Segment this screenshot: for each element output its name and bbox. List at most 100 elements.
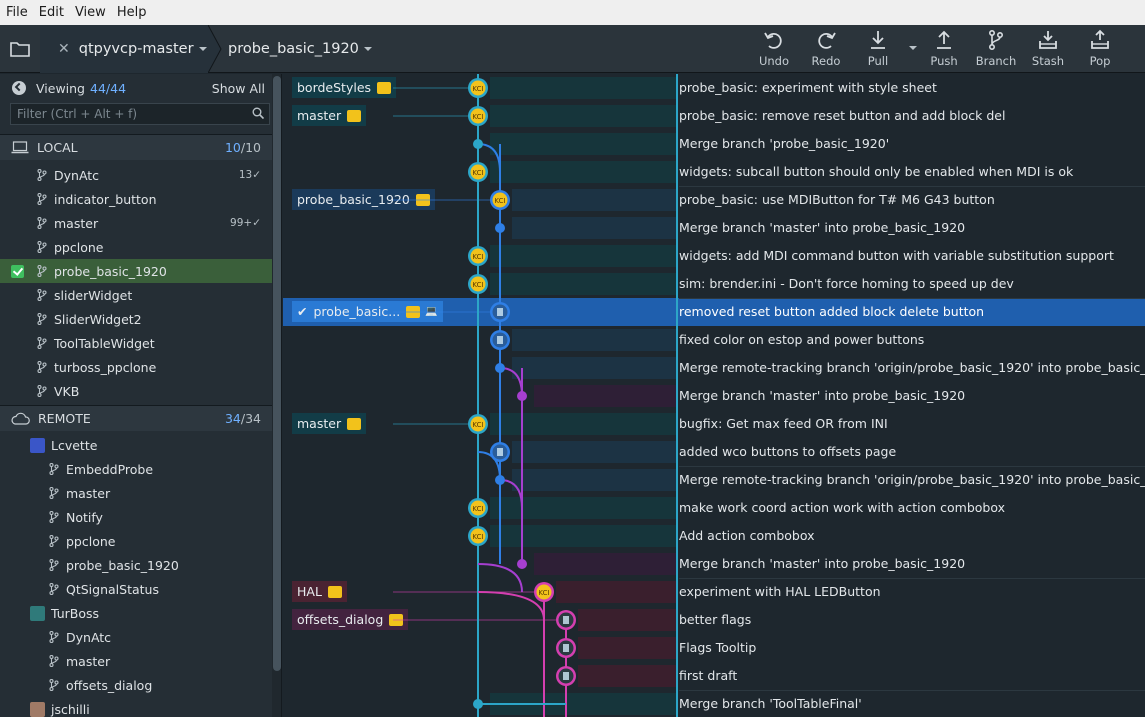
commit-avatar-node[interactable]: [490, 302, 510, 322]
show-all-button[interactable]: Show All: [212, 81, 265, 96]
local-branch-item[interactable]: probe_basic_1920: [0, 259, 272, 283]
pop-button[interactable]: Pop: [1074, 25, 1126, 73]
search-icon: [252, 107, 264, 119]
redo-button[interactable]: Redo: [800, 25, 852, 73]
branch-label: master: [54, 215, 99, 231]
commit-avatar-node[interactable]: KCI: [468, 246, 488, 266]
commit-avatar-node[interactable]: [556, 638, 576, 658]
remote-item[interactable]: jschilli: [0, 697, 272, 717]
menu-edit[interactable]: Edit: [34, 5, 69, 20]
commit-avatar-node[interactable]: KCI: [534, 582, 554, 602]
commit-avatar-node[interactable]: [556, 666, 576, 686]
local-branch-item[interactable]: DynAtc 13✓: [0, 163, 272, 187]
breadcrumb-separator: [208, 25, 222, 73]
scrollbar-thumb[interactable]: [273, 76, 281, 671]
remote-branch-item[interactable]: EmbeddProbe: [0, 457, 272, 481]
remote-branch-item[interactable]: master: [0, 481, 272, 505]
redo-icon: [818, 32, 836, 49]
branch-icon: [49, 487, 59, 499]
repo-name: qtpyvcp-master: [78, 41, 194, 57]
branch-ahead-count: 13✓: [238, 169, 261, 181]
commit-avatar-node[interactable]: KCI: [468, 414, 488, 434]
svg-text:KCI: KCI: [472, 533, 483, 541]
commit-node[interactable]: [517, 559, 527, 569]
commit-avatar-node[interactable]: KCI: [468, 106, 488, 126]
remote-item[interactable]: Lcvette: [0, 433, 272, 457]
commit-avatar-node[interactable]: KCI: [468, 162, 488, 182]
commit-avatar-node[interactable]: [490, 442, 510, 462]
pull-button[interactable]: Pull: [852, 25, 904, 73]
commit-avatar-node[interactable]: KCI: [468, 526, 488, 546]
commit-node[interactable]: [495, 363, 505, 373]
filter-input[interactable]: Filter (Ctrl + Alt + f): [10, 103, 270, 125]
local-branch-item[interactable]: VKB: [0, 379, 272, 403]
branch-label: indicator_button: [54, 191, 157, 207]
commit-avatar-node[interactable]: KCI: [468, 274, 488, 294]
local-branch-item[interactable]: sliderWidget: [0, 283, 272, 307]
commit-node[interactable]: [495, 223, 505, 233]
avatar: [30, 701, 45, 717]
remote-branch-item[interactable]: offsets_dialog: [0, 673, 272, 697]
stash-button[interactable]: Stash: [1022, 25, 1074, 73]
remote-branch-item[interactable]: Notify: [0, 505, 272, 529]
branch-icon-wrap: [37, 385, 47, 397]
branch-label: turboss_ppclone: [54, 359, 157, 375]
remote-item[interactable]: TurBoss: [0, 601, 272, 625]
branch-tab[interactable]: probe_basic_1920: [222, 25, 372, 73]
remote-branch-item[interactable]: master: [0, 649, 272, 673]
graph-divider[interactable]: [676, 74, 678, 717]
branch-label: SliderWidget2: [54, 311, 142, 327]
remote-branch-item[interactable]: probe_basic_1920: [0, 553, 272, 577]
commit-node[interactable]: [517, 391, 527, 401]
remote-branch-item[interactable]: QtSignalStatus: [0, 577, 272, 601]
local-branch-item[interactable]: ToolTableWidget: [0, 331, 272, 355]
avatar: [30, 605, 45, 621]
menu-view[interactable]: View: [70, 5, 111, 20]
commit-avatar-node[interactable]: KCI: [468, 78, 488, 98]
branch-icon: [37, 313, 47, 325]
branch-icon-wrap: [37, 217, 47, 229]
remote-branch-item[interactable]: ppclone: [0, 529, 272, 553]
open-repo-button[interactable]: [0, 25, 40, 73]
remote-name: TurBoss: [51, 605, 100, 621]
svg-text:KCI: KCI: [472, 85, 483, 93]
commit-node[interactable]: [473, 699, 483, 709]
commit-node[interactable]: [473, 139, 483, 149]
commit-avatar-node[interactable]: KCI: [468, 498, 488, 518]
branch-icon-wrap: [37, 289, 47, 301]
toolbar: ✕ qtpyvcp-master probe_basic_1920 Undo R…: [0, 25, 1145, 73]
menu-file[interactable]: File: [1, 5, 33, 20]
commit-avatar-node[interactable]: [490, 330, 510, 350]
chevron-down-icon: [363, 47, 372, 51]
branch-label: master: [66, 653, 111, 669]
sidebar-scrollbar[interactable]: [272, 74, 281, 717]
merge-curve: [477, 591, 545, 621]
branch-icon: [49, 655, 59, 667]
local-branch-item[interactable]: turboss_ppclone: [0, 355, 272, 379]
local-branch-item[interactable]: indicator_button: [0, 187, 272, 211]
back-arrow-icon[interactable]: [12, 81, 26, 95]
local-branch-item[interactable]: SliderWidget2: [0, 307, 272, 331]
remote-section-header[interactable]: REMOTE 34/34: [0, 405, 272, 431]
local-section-header[interactable]: LOCAL 10/10: [0, 134, 272, 160]
filter-placeholder: Filter (Ctrl + Alt + f): [17, 107, 138, 121]
commit-node[interactable]: [495, 475, 505, 485]
menu-help[interactable]: Help: [112, 5, 152, 20]
commit-avatar-node[interactable]: KCI: [490, 190, 510, 210]
close-icon[interactable]: ✕: [58, 41, 70, 57]
branch-icon: [37, 241, 47, 253]
pull-options-chevron-icon[interactable]: [909, 46, 917, 50]
branch-label: ToolTableWidget: [54, 335, 155, 351]
branch-icon: [37, 361, 47, 373]
undo-button[interactable]: Undo: [748, 25, 800, 73]
branch-icon: [37, 217, 47, 229]
local-branch-item[interactable]: ppclone: [0, 235, 272, 259]
local-branch-item[interactable]: master 99+✓: [0, 211, 272, 235]
avatar: [30, 437, 45, 453]
branch-icon-wrap: [49, 631, 59, 643]
commit-avatar-node[interactable]: [556, 610, 576, 630]
repo-tab[interactable]: ✕ qtpyvcp-master: [40, 25, 208, 73]
remote-branch-item[interactable]: DynAtc: [0, 625, 272, 649]
branch-button[interactable]: Branch: [970, 25, 1022, 73]
push-button[interactable]: Push: [918, 25, 970, 73]
